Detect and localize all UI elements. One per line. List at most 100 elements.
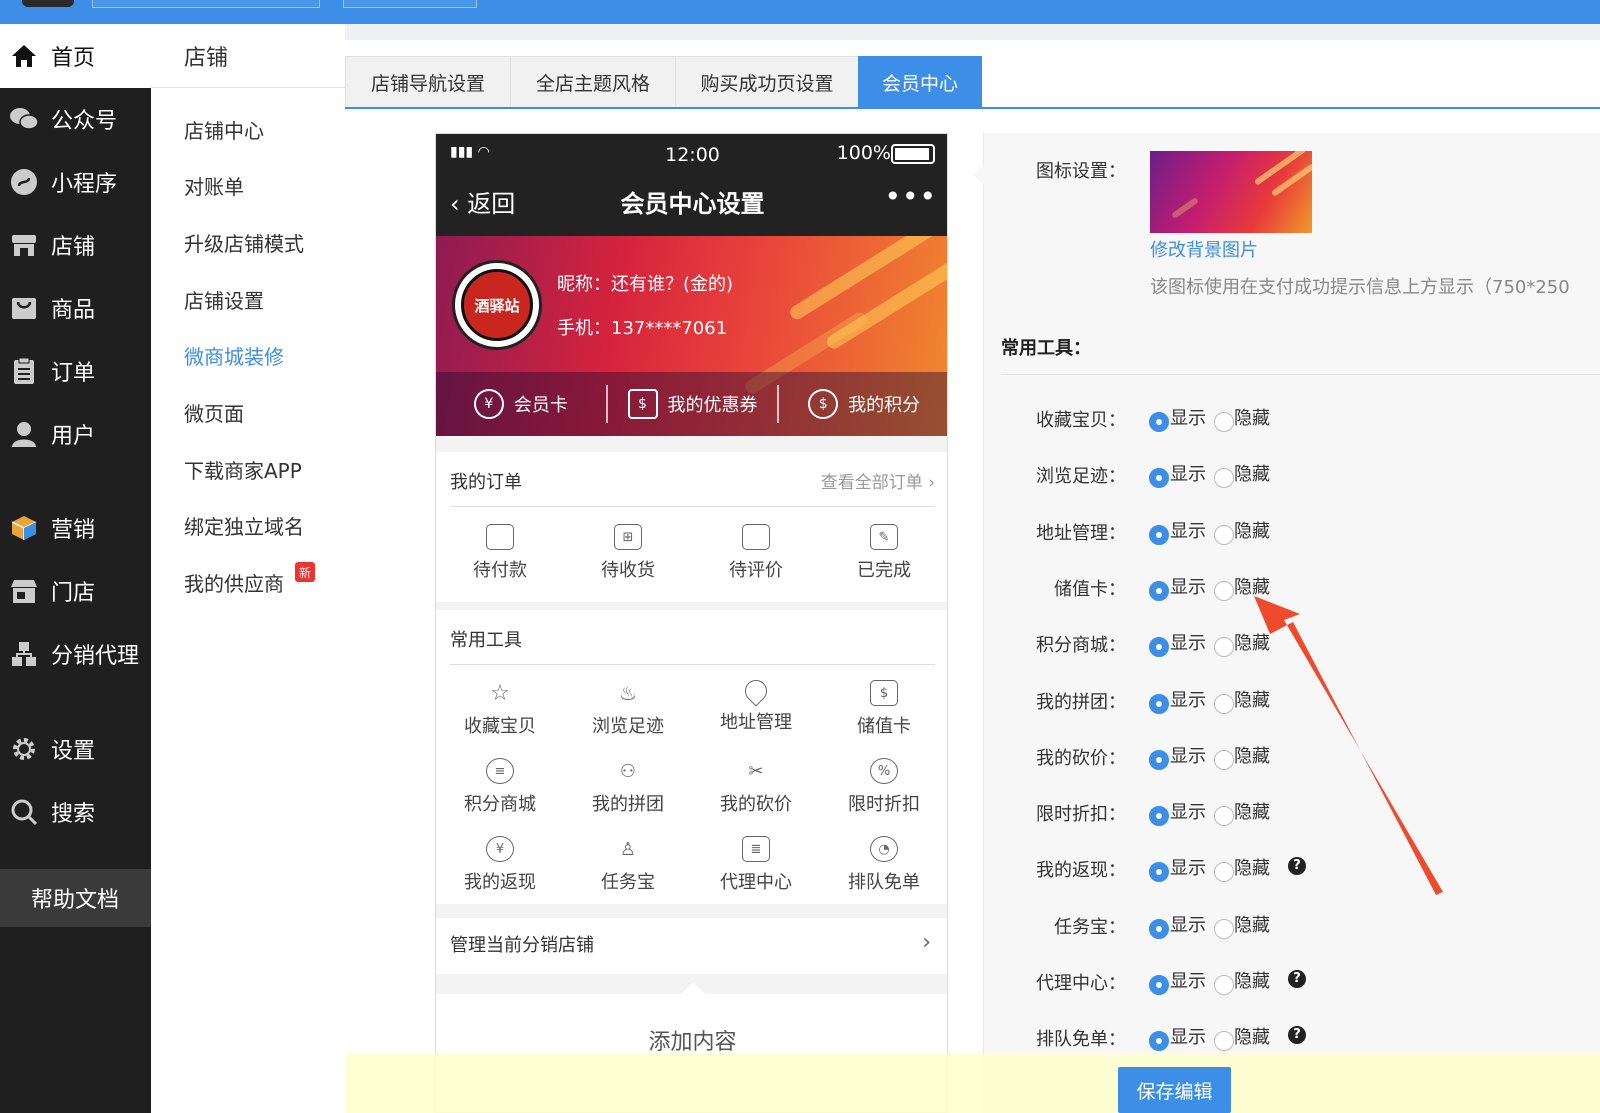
- hide-radio[interactable]: [1214, 693, 1234, 714]
- help-docs-button[interactable]: 帮助文档: [0, 869, 151, 927]
- tools-card: 常用工具 ☆ 收藏宝贝 ♨ 浏览足迹 地址管理 $ 储值卡 ≡ 积分商城 ⚇ 我的拼团 ✂…: [436, 610, 947, 904]
- sub-sidebar: 店铺 店铺中心 对账单 升级店铺模式 店铺设置 微商城装修 微页面 下载商家AP…: [151, 24, 345, 1113]
- sub-item-supplier[interactable]: 我的供应商: [184, 568, 284, 597]
- tab-member-center[interactable]: 会员中心: [858, 56, 982, 108]
- show-radio[interactable]: [1149, 524, 1169, 545]
- nav-item-wechat[interactable]: 公众号: [0, 94, 151, 144]
- help-icon[interactable]: ?: [1288, 1026, 1306, 1045]
- nav-item-order[interactable]: 订单: [0, 346, 151, 396]
- tool-footprints[interactable]: ♨ 浏览足迹: [578, 680, 678, 738]
- tool-points-mall[interactable]: ≡ 积分商城: [450, 758, 550, 816]
- member-shortcuts: ¥ 会员卡 $ 我的优惠券 $ 我的积分: [436, 372, 947, 436]
- help-icon[interactable]: ?: [1288, 970, 1306, 988]
- order-pending-receipt[interactable]: ⊞ 待收货: [578, 524, 678, 582]
- order-completed[interactable]: ✎ 已完成: [834, 524, 934, 582]
- hide-radio[interactable]: [1214, 580, 1234, 601]
- tab-purchase-success[interactable]: 购买成功页设置: [675, 56, 859, 108]
- show-radio[interactable]: [1149, 693, 1169, 714]
- sub-item-download-app[interactable]: 下载商家APP: [184, 455, 302, 484]
- nav-item-shop[interactable]: 门店: [0, 566, 151, 616]
- show-label: 显示: [1170, 802, 1206, 824]
- view-all-orders[interactable]: 查看全部订单 ›: [821, 468, 935, 493]
- sub-sidebar-title: 店铺: [151, 24, 345, 88]
- manage-distribution-store[interactable]: 管理当前分销店铺 ›: [436, 918, 947, 974]
- top-button[interactable]: [343, 0, 477, 8]
- nav-item-marketing[interactable]: 营销: [0, 503, 151, 553]
- setting-label: 我的拼团：: [1036, 691, 1126, 713]
- tag-icon: ✂: [748, 760, 764, 782]
- setting-row: 积分商城： 显示 隐藏: [984, 631, 1600, 661]
- coupon-link[interactable]: $ 我的优惠券: [608, 384, 778, 424]
- sub-item-statement[interactable]: 对账单: [184, 171, 244, 200]
- save-button[interactable]: 保存编辑: [1118, 1067, 1231, 1113]
- help-icon[interactable]: ?: [1288, 857, 1306, 876]
- show-radio[interactable]: [1149, 468, 1169, 489]
- hide-radio[interactable]: [1214, 862, 1234, 883]
- tool-agent-center[interactable]: ≣ 代理中心: [706, 836, 806, 894]
- hide-radio[interactable]: [1214, 918, 1234, 939]
- nav-item-mini-program[interactable]: 小程序: [0, 157, 151, 207]
- show-radio[interactable]: [1149, 580, 1169, 601]
- tool-bargain[interactable]: ✂ 我的砍价: [706, 758, 806, 816]
- points-link[interactable]: $ 我的积分: [779, 384, 947, 424]
- sub-item-store-settings[interactable]: 店铺设置: [184, 285, 264, 314]
- nav-item-settings[interactable]: 设置: [0, 724, 151, 774]
- hide-radio[interactable]: [1214, 637, 1234, 658]
- tool-group-buy[interactable]: ⚇ 我的拼团: [578, 758, 678, 816]
- setting-label: 收藏宝贝：: [1036, 410, 1126, 431]
- hide-radio[interactable]: [1214, 806, 1234, 827]
- nav-item-user[interactable]: 用户: [0, 409, 151, 459]
- sub-item-store-center[interactable]: 店铺中心: [184, 115, 264, 144]
- hide-label: 隐藏: [1234, 1027, 1270, 1049]
- tab-nav-settings[interactable]: 店铺导航设置: [345, 56, 511, 108]
- show-radio[interactable]: [1149, 749, 1169, 770]
- card-icon: $: [870, 680, 898, 706]
- tab-theme[interactable]: 全店主题风格: [510, 56, 676, 108]
- top-search-box[interactable]: [92, 0, 320, 8]
- hide-radio[interactable]: [1214, 1031, 1234, 1052]
- nav-item-goods[interactable]: 商品: [0, 283, 151, 333]
- nav-item-home[interactable]: 首页: [0, 31, 151, 81]
- member-card-link[interactable]: ¥ 会员卡: [436, 384, 606, 424]
- nav-label: 订单: [51, 361, 96, 386]
- nav-item-search[interactable]: 搜索: [0, 787, 151, 837]
- show-radio[interactable]: [1149, 1031, 1169, 1052]
- show-label: 显示: [1170, 858, 1206, 880]
- order-icon: [9, 356, 39, 386]
- nav-label: 营销: [51, 518, 96, 543]
- show-radio[interactable]: [1149, 412, 1169, 432]
- tool-flash-discount[interactable]: % 限时折扣: [834, 758, 934, 816]
- hide-radio[interactable]: [1214, 524, 1234, 545]
- hide-radio[interactable]: [1214, 749, 1234, 770]
- sub-item-upgrade[interactable]: 升级店铺模式: [184, 228, 304, 257]
- tool-stored-card[interactable]: $ 储值卡: [834, 680, 934, 738]
- sub-item-micro-page[interactable]: 微页面: [184, 398, 244, 427]
- nav-item-store[interactable]: 店铺: [0, 220, 151, 270]
- sub-item-bind-domain[interactable]: 绑定独立域名: [184, 511, 304, 540]
- user-icon: [9, 419, 39, 449]
- hide-radio[interactable]: [1214, 468, 1234, 489]
- battery-icon: [891, 144, 935, 164]
- nav-item-distribution[interactable]: 分销代理: [0, 629, 151, 679]
- tool-cashback[interactable]: ¥ 我的返现: [450, 836, 550, 894]
- tool-favorites[interactable]: ☆ 收藏宝贝: [450, 680, 550, 738]
- tools-title: 常用工具: [450, 630, 522, 651]
- show-radio[interactable]: [1149, 637, 1169, 658]
- hide-radio[interactable]: [1214, 975, 1234, 995]
- show-radio[interactable]: [1149, 862, 1169, 883]
- change-background-link[interactable]: 修改背景图片: [1150, 236, 1258, 262]
- show-radio[interactable]: [1149, 806, 1169, 827]
- show-radio[interactable]: [1149, 975, 1169, 995]
- hide-radio[interactable]: [1214, 412, 1234, 432]
- tool-address[interactable]: 地址管理: [706, 675, 806, 734]
- tool-task-treasure[interactable]: ♙ 任务宝: [578, 836, 678, 894]
- order-pending-review[interactable]: 待评价: [706, 524, 806, 582]
- show-radio[interactable]: [1149, 918, 1169, 939]
- order-pending-payment[interactable]: 待付款: [450, 524, 550, 582]
- sub-item-decoration[interactable]: 微商城装修: [184, 341, 284, 370]
- nav-label: 店铺: [51, 235, 96, 260]
- avatar[interactable]: 酒驿站: [452, 260, 542, 350]
- more-icon[interactable]: •••: [884, 180, 937, 213]
- nav-label: 商品: [51, 298, 96, 323]
- tool-queue-free[interactable]: ◔ 排队免单: [834, 836, 934, 894]
